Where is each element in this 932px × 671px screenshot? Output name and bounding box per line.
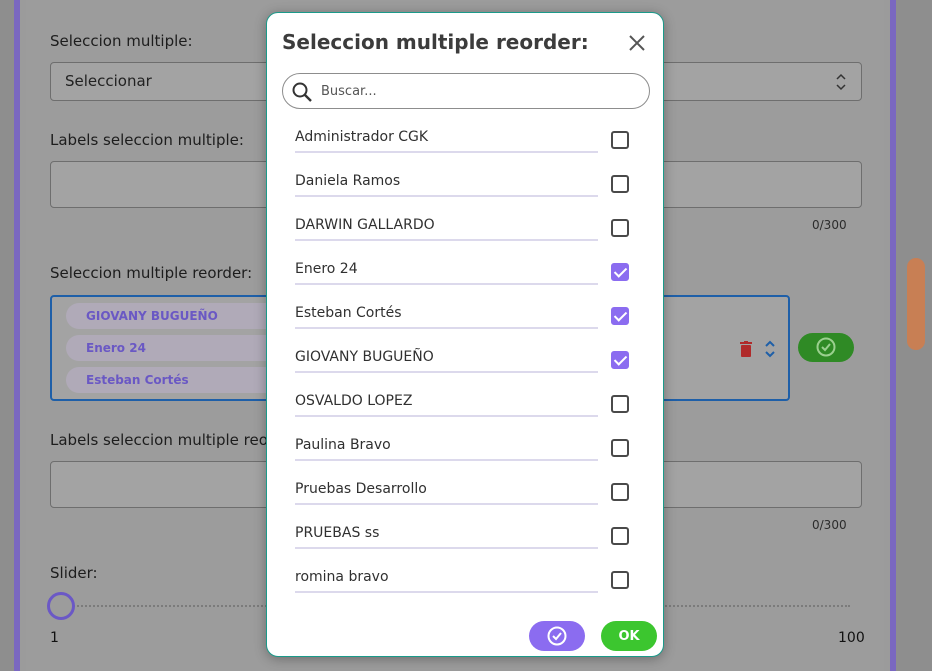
option-checkbox[interactable] xyxy=(611,263,629,281)
option-label: Enero 24 xyxy=(295,261,598,285)
option-item[interactable]: romina bravo xyxy=(295,557,645,601)
close-icon[interactable] xyxy=(626,32,648,54)
select-all-button[interactable] xyxy=(529,621,585,651)
option-checkbox[interactable] xyxy=(611,527,629,545)
seleccion-multiple-label: Seleccion multiple: xyxy=(50,32,193,50)
char-counter: 0/300 xyxy=(812,218,847,232)
trash-icon[interactable] xyxy=(740,341,752,357)
option-item[interactable]: Administrador CGK xyxy=(295,117,645,161)
option-item[interactable]: GIOVANY BUGUEÑO xyxy=(295,337,645,381)
option-item[interactable]: Paulina Bravo xyxy=(295,425,645,469)
option-label: DARWIN GALLARDO xyxy=(295,217,598,241)
search-input[interactable] xyxy=(321,80,641,102)
ok-button[interactable]: OK xyxy=(601,621,657,651)
confirm-button[interactable] xyxy=(798,333,854,362)
option-checkbox[interactable] xyxy=(611,439,629,457)
option-checkbox[interactable] xyxy=(611,571,629,589)
option-label: romina bravo xyxy=(295,569,598,593)
seleccion-multiple-value: Seleccionar xyxy=(65,72,152,90)
option-item[interactable]: Daniela Ramos xyxy=(295,161,645,205)
modal-title: Seleccion multiple reorder: xyxy=(282,30,589,54)
search-icon xyxy=(292,82,312,102)
chevron-updown-icon xyxy=(836,73,846,91)
labels-seleccion-multiple-label: Labels seleccion multiple: xyxy=(50,131,244,149)
option-item[interactable]: DARWIN GALLARDO xyxy=(295,205,645,249)
slider-label: Slider: xyxy=(50,564,98,582)
option-checkbox[interactable] xyxy=(611,395,629,413)
option-label: Esteban Cortés xyxy=(295,305,598,329)
option-item[interactable]: OSVALDO LOPEZ xyxy=(295,381,645,425)
slider-max-value: 100 xyxy=(838,630,865,646)
check-circle-icon xyxy=(816,337,836,357)
char-counter: 0/300 xyxy=(812,518,847,532)
option-item[interactable]: Esteban Cortés xyxy=(295,293,645,337)
slider-min-value: 1 xyxy=(50,630,59,646)
option-checkbox[interactable] xyxy=(611,483,629,501)
option-label: Pruebas Desarrollo xyxy=(295,481,598,505)
option-label: Paulina Bravo xyxy=(295,437,598,461)
check-circle-icon xyxy=(547,626,567,646)
seleccion-multiple-reorder-label: Seleccion multiple reorder: xyxy=(50,264,253,282)
option-label: Administrador CGK xyxy=(295,129,598,153)
option-checkbox[interactable] xyxy=(611,175,629,193)
option-label: OSVALDO LOPEZ xyxy=(295,393,598,417)
option-item[interactable]: Enero 24 xyxy=(295,249,645,293)
option-item[interactable]: PRUEBAS ss xyxy=(295,513,645,557)
option-checkbox[interactable] xyxy=(611,219,629,237)
option-checkbox[interactable] xyxy=(611,351,629,369)
slider-thumb[interactable] xyxy=(47,592,75,620)
option-label: GIOVANY BUGUEÑO xyxy=(295,349,598,373)
chevron-updown-icon[interactable] xyxy=(764,339,776,359)
option-label: PRUEBAS ss xyxy=(295,525,598,549)
multi-select-modal: Seleccion multiple reorder: Administrado… xyxy=(266,12,664,657)
option-item[interactable]: Pruebas Desarrollo xyxy=(295,469,645,513)
option-checkbox[interactable] xyxy=(611,307,629,325)
option-label: Daniela Ramos xyxy=(295,173,598,197)
option-checkbox[interactable] xyxy=(611,131,629,149)
search-field xyxy=(282,73,650,109)
scrollbar-thumb[interactable] xyxy=(907,258,925,350)
